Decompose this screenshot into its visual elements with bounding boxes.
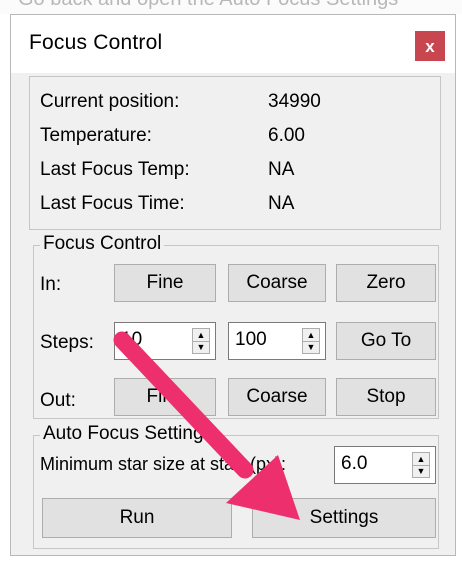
fine-steps-spinner[interactable]: ▲ ▼ [192, 328, 210, 354]
temperature-label: Temperature: [40, 125, 152, 146]
min-star-size-value: 6.0 [341, 453, 368, 474]
coarse-steps-value: 100 [235, 329, 267, 350]
title-bar: Focus Control x [11, 15, 455, 73]
min-star-size-spinner[interactable]: ▲ ▼ [412, 452, 430, 478]
goto-button[interactable]: Go To [336, 322, 436, 360]
in-coarse-button[interactable]: Coarse [228, 264, 326, 302]
stop-button[interactable]: Stop [336, 378, 436, 416]
last-focus-temp-value: NA [268, 159, 295, 180]
auto-focus-group-title: Auto Focus Settings [40, 423, 217, 445]
settings-button[interactable]: Settings [252, 498, 436, 538]
window-title: Focus Control [29, 31, 163, 54]
min-star-size-input[interactable]: 6.0 ▲ ▼ [334, 446, 436, 484]
focus-control-window: Focus Control x Current position: 34990 … [10, 14, 456, 556]
auto-focus-settings-group: Auto Focus Settings Minimum star size at… [33, 423, 439, 549]
out-coarse-button[interactable]: Coarse [228, 378, 326, 416]
current-position-label: Current position: [40, 91, 180, 112]
close-icon: x [425, 36, 435, 56]
last-focus-time-label: Last Focus Time: [40, 193, 185, 214]
background-partial-text: Go back and open the Auto Focus Settings [0, 0, 462, 14]
status-panel: Current position: 34990 Temperature: 6.0… [29, 76, 441, 230]
coarse-steps-input[interactable]: 100 ▲ ▼ [228, 322, 326, 360]
chevron-down-icon[interactable]: ▼ [413, 465, 429, 477]
chevron-down-icon[interactable]: ▼ [193, 341, 209, 353]
out-fine-button[interactable]: Fine [114, 378, 216, 416]
close-button[interactable]: x [415, 31, 445, 61]
min-star-size-label: Minimum star size at start (px): [40, 454, 287, 474]
coarse-steps-spinner[interactable]: ▲ ▼ [302, 328, 320, 354]
zero-button[interactable]: Zero [336, 264, 436, 302]
in-fine-button[interactable]: Fine [114, 264, 216, 302]
temperature-value: 6.00 [268, 125, 305, 146]
steps-label: Steps: [40, 332, 94, 353]
focus-control-group: Focus Control In: Fine Coarse Zero Steps… [33, 233, 439, 419]
out-label: Out: [40, 390, 76, 411]
fine-steps-value: 10 [121, 329, 143, 350]
run-button[interactable]: Run [42, 498, 232, 538]
current-position-value: 34990 [268, 91, 321, 112]
last-focus-temp-label: Last Focus Temp: [40, 159, 190, 180]
last-focus-time-value: NA [268, 193, 295, 214]
in-label: In: [40, 274, 62, 295]
chevron-down-icon[interactable]: ▼ [303, 341, 319, 353]
focus-control-group-title: Focus Control [40, 233, 165, 255]
fine-steps-input[interactable]: 10 ▲ ▼ [114, 322, 216, 360]
